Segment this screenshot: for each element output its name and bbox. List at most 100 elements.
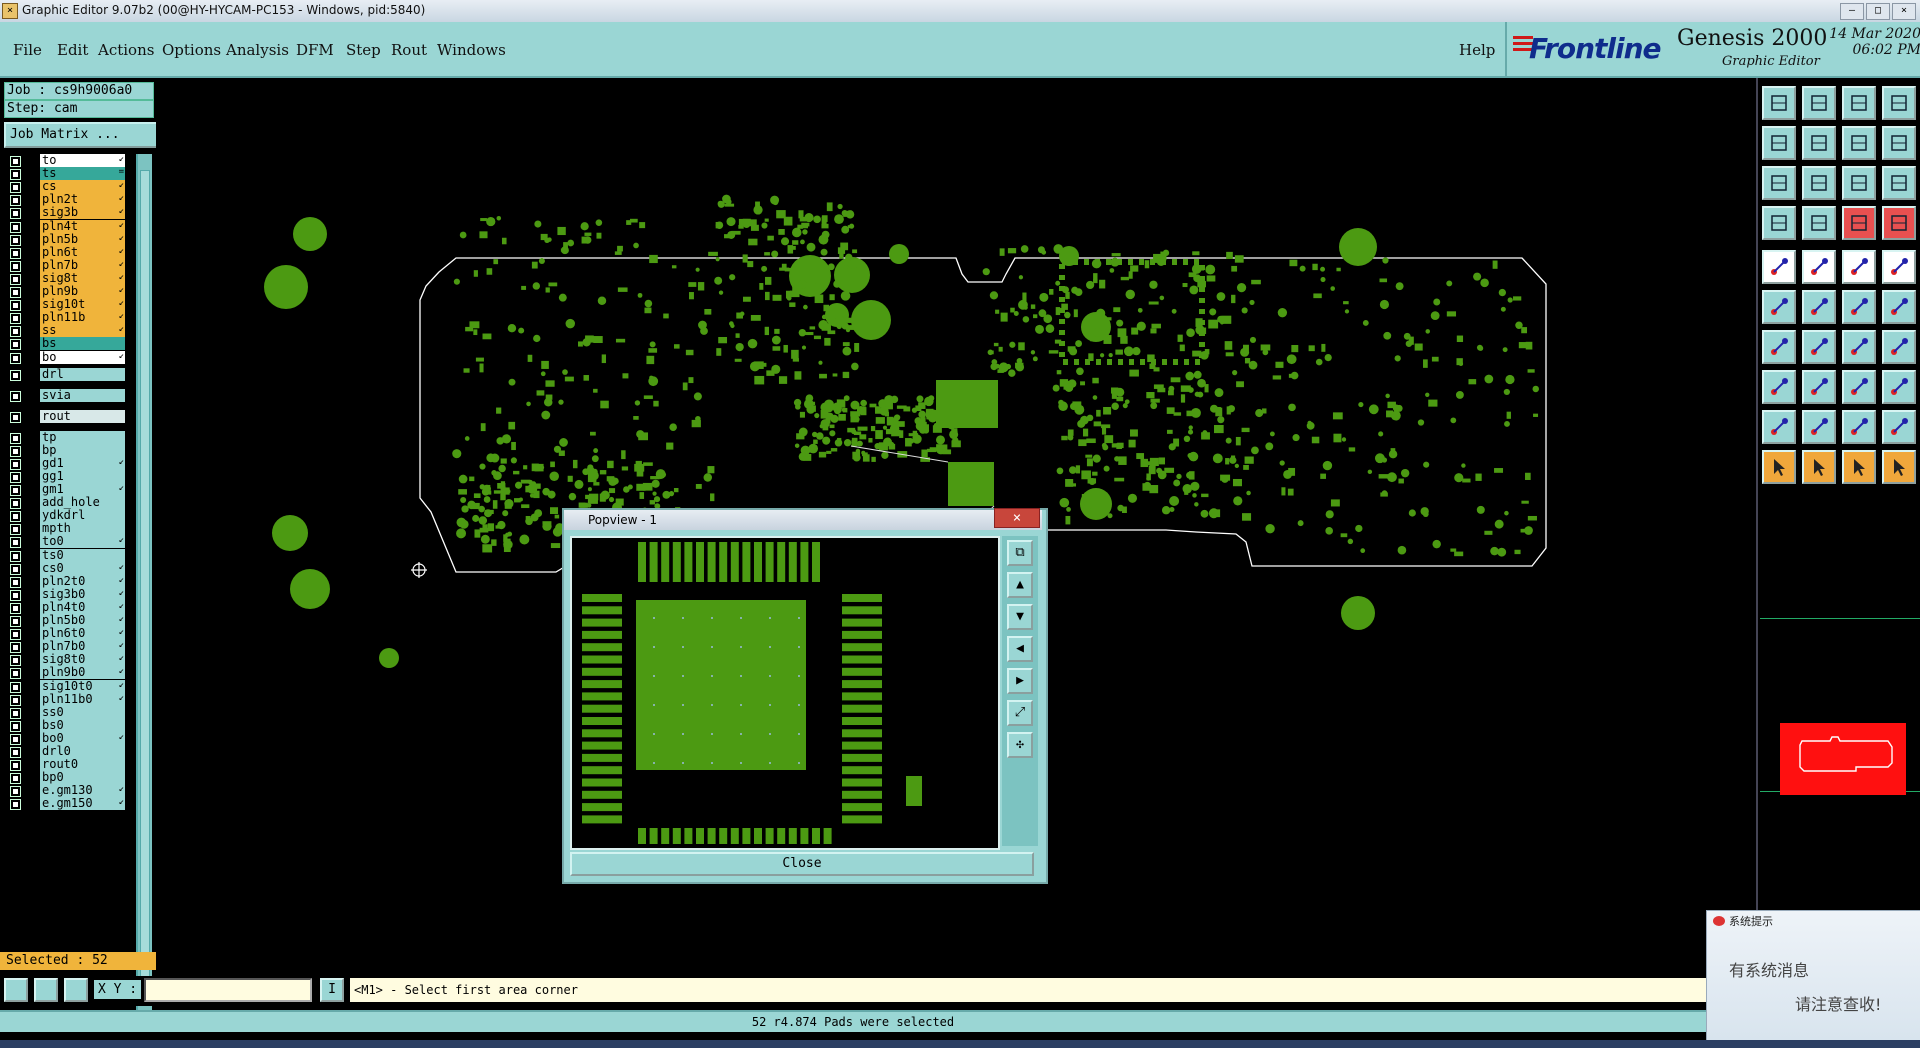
layer-checkbox[interactable] <box>10 642 21 654</box>
layer-checkbox[interactable] <box>10 471 21 483</box>
add-pad-icon[interactable] <box>1762 250 1796 284</box>
layer-checkbox[interactable] <box>10 169 21 181</box>
layer-row[interactable]: bo ↙ <box>4 350 126 365</box>
layer-checkbox[interactable] <box>10 799 21 811</box>
select-route-icon[interactable] <box>1882 450 1916 484</box>
layer-name[interactable]: pln4t <box>40 219 125 233</box>
layer-row[interactable]: bs <box>4 337 126 351</box>
layer-name[interactable]: pln7b <box>40 258 125 272</box>
layer-checkbox[interactable] <box>10 694 21 706</box>
layer-name[interactable]: ss <box>40 324 125 338</box>
layer-checkbox[interactable] <box>10 260 21 272</box>
menu-options[interactable]: Options <box>162 41 221 59</box>
triangle-icon[interactable] <box>1762 410 1796 444</box>
layer-checkbox[interactable] <box>10 234 21 246</box>
layer-checkbox[interactable] <box>10 760 21 772</box>
close-icon[interactable]: × <box>1892 3 1916 20</box>
select-icon[interactable] <box>1762 450 1796 484</box>
layer-checkbox[interactable] <box>10 498 21 510</box>
next-step-icon[interactable] <box>1802 126 1836 160</box>
help-query-icon[interactable] <box>1882 166 1916 200</box>
layer-checkbox[interactable] <box>10 629 21 641</box>
popview-pan-right-icon[interactable]: ▶ <box>1007 668 1033 694</box>
layer-checkbox[interactable] <box>10 773 21 785</box>
layer-checkbox[interactable] <box>10 511 21 523</box>
popview-pan-left-icon[interactable]: ◀ <box>1007 636 1033 662</box>
minimize-icon[interactable]: – <box>1840 3 1864 20</box>
layer-name[interactable]: drl0 <box>40 745 125 758</box>
layer-name[interactable]: e.gm150 <box>40 797 125 811</box>
layer-row[interactable]: bs0 <box>4 718 126 733</box>
menu-actions[interactable]: Actions <box>98 41 154 59</box>
layer-checkbox[interactable] <box>10 287 21 298</box>
layer-name[interactable]: svia <box>40 388 125 402</box>
layer-name[interactable]: to0 <box>40 535 125 549</box>
layer-checkbox[interactable] <box>10 668 21 680</box>
layer-row[interactable]: ts0 <box>4 548 126 563</box>
layer-checkbox[interactable] <box>10 747 21 758</box>
text-icon[interactable] <box>1802 410 1836 444</box>
grid-icon[interactable] <box>1802 206 1836 240</box>
layer-name[interactable]: sig3b <box>40 206 125 220</box>
layer-checkbox[interactable] <box>10 576 21 588</box>
layer-checkbox[interactable] <box>10 485 21 496</box>
layer-checkbox[interactable] <box>10 563 21 575</box>
layer-checkbox[interactable] <box>10 655 21 667</box>
layer-name[interactable]: bs0 <box>40 718 125 732</box>
layer-name[interactable]: cs0 <box>40 561 125 575</box>
layer-row[interactable]: bp <box>4 443 126 458</box>
layer-name[interactable]: pln11b <box>40 311 125 325</box>
layer-row[interactable]: to0 ↙ <box>4 535 126 549</box>
scale-icon[interactable] <box>1842 166 1876 200</box>
slash-icon[interactable] <box>1802 330 1836 364</box>
layer-row[interactable]: gg1 <box>4 469 126 484</box>
scrollbar-thumb[interactable] <box>140 170 150 992</box>
layer-name[interactable]: pln9b <box>40 285 125 298</box>
open-job-icon[interactable] <box>1762 86 1796 120</box>
layer-checkbox[interactable] <box>10 221 21 233</box>
layer-name[interactable]: ts0 <box>40 548 125 562</box>
window-icon[interactable] <box>1882 86 1916 120</box>
layer-name[interactable]: to <box>40 154 125 167</box>
attribute-icon[interactable] <box>1882 370 1916 404</box>
layer-name[interactable]: tp <box>40 430 125 444</box>
popview-close-icon[interactable]: × <box>994 508 1040 528</box>
layer-name[interactable]: cs <box>40 180 125 194</box>
layer-name[interactable]: pln6t0 <box>40 627 125 641</box>
layer-checkbox[interactable] <box>10 313 21 325</box>
job-matrix-button[interactable]: Job Matrix ... <box>4 122 158 148</box>
layer-name[interactable]: sig8t <box>40 271 125 285</box>
popview-pan-up-icon[interactable]: ▲ <box>1007 572 1033 598</box>
layer-name[interactable]: pln7b0 <box>40 640 125 654</box>
layer-name[interactable]: sig8t0 <box>40 653 125 667</box>
layer-checkbox[interactable] <box>10 458 21 470</box>
popview-zoom-out-icon[interactable]: ⤢ <box>1007 700 1033 726</box>
layer-name[interactable]: drl <box>40 367 125 381</box>
net-icon[interactable] <box>1842 206 1876 240</box>
layer-row[interactable]: e.gm150 ↙ <box>4 797 126 811</box>
menu-analysis[interactable]: Analysis <box>226 41 289 59</box>
xy-input[interactable] <box>144 978 312 1002</box>
layer-name[interactable]: pln6t <box>40 245 125 259</box>
text-edit-icon[interactable] <box>1882 410 1916 444</box>
layer-name[interactable]: pln4t0 <box>40 600 125 614</box>
layer-checkbox[interactable] <box>10 352 21 364</box>
layer-name[interactable]: gm1 <box>40 483 125 496</box>
layer-row[interactable]: tp <box>4 430 126 445</box>
select-area-icon[interactable] <box>1802 450 1836 484</box>
layer-name[interactable]: e.gm130 <box>40 784 125 798</box>
layer-checkbox[interactable] <box>10 182 21 194</box>
layer-checkbox[interactable] <box>10 707 21 719</box>
layer-name[interactable]: gd1 <box>40 456 125 470</box>
layer-checkbox[interactable] <box>10 208 21 220</box>
snap-icon[interactable] <box>1762 206 1796 240</box>
layer-name[interactable]: pln2t <box>40 193 125 207</box>
layer-row[interactable]: ss ↙ <box>4 324 126 338</box>
layer-name[interactable]: sig10t0 <box>40 679 125 693</box>
layer-checkbox[interactable] <box>10 432 21 444</box>
grid-mode-icon[interactable] <box>64 978 88 1002</box>
layer-name[interactable]: sig10t <box>40 298 125 312</box>
layer-checkbox[interactable] <box>10 681 21 693</box>
layer-row[interactable]: pln11b ↙ <box>4 311 126 325</box>
menu-file[interactable]: File <box>13 41 42 59</box>
